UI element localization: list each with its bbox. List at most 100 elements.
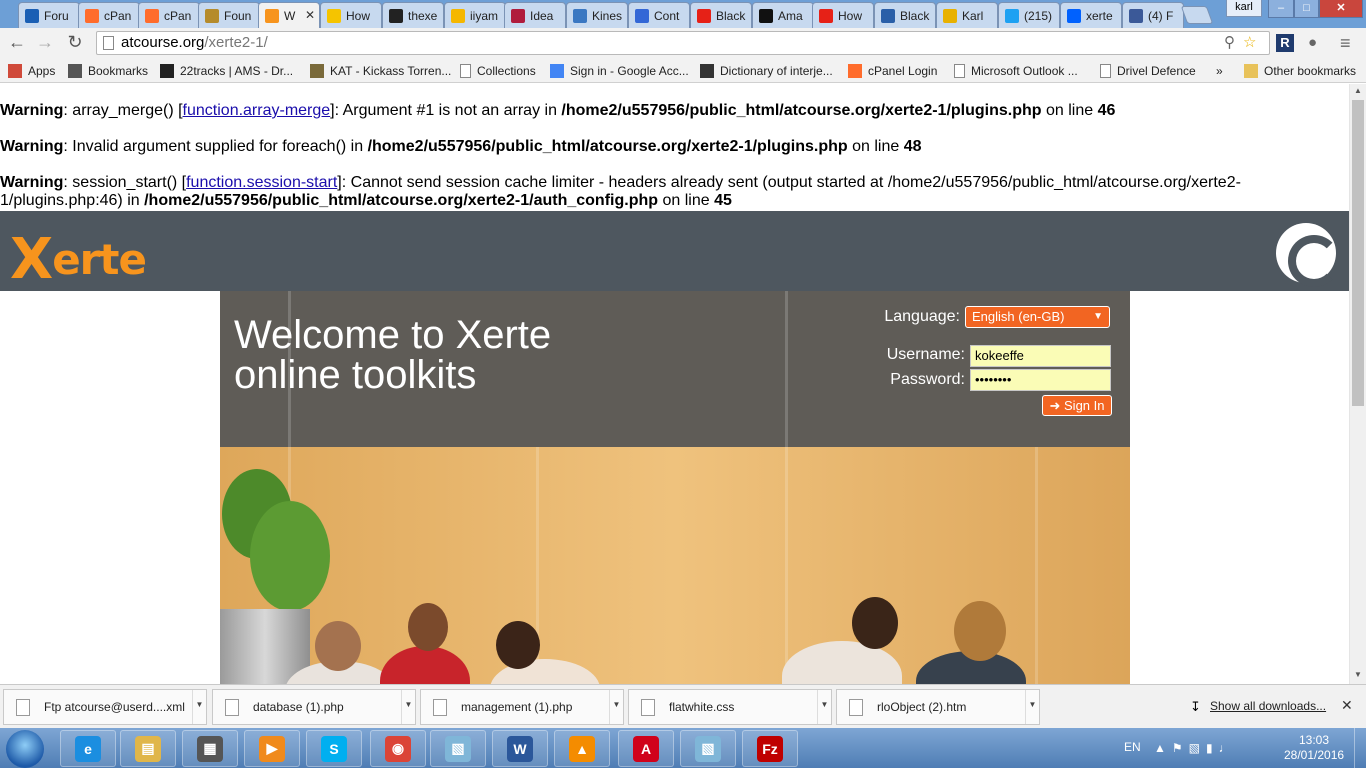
- download-item[interactable]: flatwhite.css ▼: [628, 689, 832, 725]
- download-menu-arrow-icon[interactable]: ▼: [401, 690, 415, 724]
- show-all-downloads-link[interactable]: Show all downloads...: [1210, 699, 1326, 713]
- start-button[interactable]: [6, 730, 44, 768]
- bookmark-item[interactable]: Drivel Defence: [1100, 62, 1196, 79]
- download-menu-arrow-icon[interactable]: ▼: [609, 690, 623, 724]
- taskbar-app-button[interactable]: A: [618, 730, 674, 767]
- tab-label: Idea: [530, 8, 554, 23]
- tab-3[interactable]: Foun: [198, 2, 260, 28]
- tab-5[interactable]: How: [320, 2, 382, 28]
- language-indicator[interactable]: EN: [1124, 740, 1141, 754]
- minimize-button[interactable]: –: [1268, 0, 1294, 18]
- bookmark-item[interactable]: Bookmarks: [68, 62, 148, 79]
- tab-label: How: [838, 8, 863, 23]
- tab-17[interactable]: xerte: [1060, 2, 1122, 28]
- taskbar-app-button[interactable]: S: [306, 730, 362, 767]
- taskbar-app-button[interactable]: ▶: [244, 730, 300, 767]
- microphone-icon[interactable]: ●: [1308, 34, 1317, 52]
- sign-in-button[interactable]: ➜ Sign In: [1042, 395, 1112, 416]
- show-desktop-button[interactable]: [1354, 728, 1366, 768]
- warning-link[interactable]: function.session-start: [186, 174, 337, 191]
- download-item[interactable]: database (1).php ▼: [212, 689, 416, 725]
- menu-icon[interactable]: ≡: [1340, 34, 1351, 52]
- download-item[interactable]: management (1).php ▼: [420, 689, 624, 725]
- scroll-thumb[interactable]: [1352, 100, 1364, 406]
- tab-16[interactable]: (215): [998, 2, 1060, 28]
- tab-10[interactable]: Cont: [628, 2, 690, 28]
- download-menu-arrow-icon[interactable]: ▼: [817, 690, 831, 724]
- bookmark-item[interactable]: 22tracks | AMS - Dr...: [160, 62, 293, 79]
- scroll-down-arrow-icon[interactable]: ▼: [1350, 670, 1366, 682]
- close-window-button[interactable]: ✕: [1319, 0, 1363, 18]
- system-tray-icons[interactable]: ▲⚑▧▮♩: [1154, 741, 1237, 755]
- tab-0[interactable]: Foru: [18, 2, 80, 28]
- bookmark-item[interactable]: Microsoft Outlook ...: [954, 62, 1078, 79]
- tab-2[interactable]: cPan: [138, 2, 200, 28]
- download-item[interactable]: Ftp atcourse@userd....xml ▼: [3, 689, 207, 725]
- bookmark-item[interactable]: cPanel Login: [848, 62, 937, 79]
- taskbar-app-button[interactable]: ▧: [680, 730, 736, 767]
- reload-button[interactable]: ↻: [64, 32, 86, 54]
- tab-9[interactable]: Kines: [566, 2, 628, 28]
- extension-r-icon[interactable]: R: [1276, 34, 1294, 52]
- bookmark-item[interactable]: Apps: [8, 62, 55, 79]
- tab-7[interactable]: iiyam: [444, 2, 506, 28]
- tab-18[interactable]: (4) F: [1122, 2, 1184, 28]
- bookmark-label: 22tracks | AMS - Dr...: [180, 63, 294, 78]
- windows-taskbar: e ▤ ▦ ▶ S ◉ ▧ W ▲ A ▧ Fz EN ▲⚑▧▮♩ 13:03 28/01/2016: [0, 728, 1366, 768]
- profile-button[interactable]: karl: [1226, 0, 1262, 17]
- download-filename: management (1).php: [461, 700, 573, 714]
- download-menu-arrow-icon[interactable]: ▼: [192, 690, 206, 724]
- clock-time: 13:03: [1298, 733, 1330, 747]
- google-icon: [550, 63, 564, 78]
- forward-button[interactable]: →: [34, 32, 56, 54]
- address-bar[interactable]: atcourse.org/xerte2-1/: [96, 31, 1270, 55]
- maximize-button[interactable]: □: [1294, 0, 1319, 18]
- taskbar-app-button[interactable]: ▤: [120, 730, 176, 767]
- tab-label: W: [284, 8, 296, 23]
- tab-4[interactable]: W ✕: [258, 2, 320, 28]
- bookmark-star-icon[interactable]: ☆: [1243, 34, 1256, 52]
- bookmark-item[interactable]: KAT - Kickass Torren...: [310, 62, 451, 79]
- back-button[interactable]: ←: [6, 32, 28, 54]
- new-tab-button[interactable]: [1180, 6, 1214, 24]
- taskbar-app-button[interactable]: Fz: [742, 730, 798, 767]
- taskbar-app-button[interactable]: ▧: [430, 730, 486, 767]
- bookmark-item[interactable]: Other bookmarks: [1244, 62, 1356, 79]
- close-downloads-icon[interactable]: ✕: [1341, 697, 1353, 714]
- username-field[interactable]: kokeeffe: [970, 345, 1111, 367]
- tab-1[interactable]: cPan: [78, 2, 140, 28]
- language-select[interactable]: English (en-GB) ▼: [965, 306, 1110, 328]
- file-icon: [641, 698, 655, 716]
- tab-6[interactable]: thexe: [382, 2, 444, 28]
- page-content: Warning: array_merge() [function.array-m…: [0, 84, 1349, 684]
- password-field[interactable]: ••••••••: [970, 369, 1111, 391]
- bookmark-label: Dictionary of interje...: [720, 63, 833, 78]
- bookmark-item[interactable]: Sign in - Google Acc...: [550, 62, 689, 79]
- warning-link[interactable]: function.array-merge: [183, 102, 331, 119]
- taskbar-app-button[interactable]: ▦: [182, 730, 238, 767]
- tab-14[interactable]: Black: [874, 2, 936, 28]
- close-tab-icon[interactable]: ✕: [305, 8, 315, 22]
- tab-12[interactable]: Ama: [752, 2, 814, 28]
- tab-11[interactable]: Black: [690, 2, 752, 28]
- page-scrollbar[interactable]: ▲ ▼: [1349, 84, 1366, 684]
- tab-13[interactable]: How: [812, 2, 874, 28]
- scroll-up-arrow-icon[interactable]: ▲: [1350, 86, 1366, 98]
- taskbar-app-button[interactable]: W: [492, 730, 548, 767]
- tab-15[interactable]: Karl: [936, 2, 998, 28]
- taskbar-app-button[interactable]: ▲: [554, 730, 610, 767]
- media-player-icon: ▶: [259, 735, 285, 762]
- bookmark-item[interactable]: Collections: [460, 62, 536, 79]
- download-item[interactable]: rloObject (2).htm ▼: [836, 689, 1040, 725]
- dropdown-arrow-icon: ▼: [1093, 311, 1103, 322]
- clock[interactable]: 13:03 28/01/2016: [1284, 733, 1344, 763]
- key-icon[interactable]: ⚲: [1224, 34, 1235, 52]
- taskbar-app-button[interactable]: e: [60, 730, 116, 767]
- tab-8[interactable]: Idea: [504, 2, 566, 28]
- bookmark-item[interactable]: »: [1216, 62, 1223, 79]
- notepad-icon: ▧: [445, 735, 471, 762]
- bookmark-item[interactable]: Dictionary of interje...: [700, 62, 833, 79]
- taskbar-app-button[interactable]: ◉: [370, 730, 426, 767]
- download-menu-arrow-icon[interactable]: ▼: [1025, 690, 1039, 724]
- xerte-logo[interactable]: Xerte: [10, 223, 147, 292]
